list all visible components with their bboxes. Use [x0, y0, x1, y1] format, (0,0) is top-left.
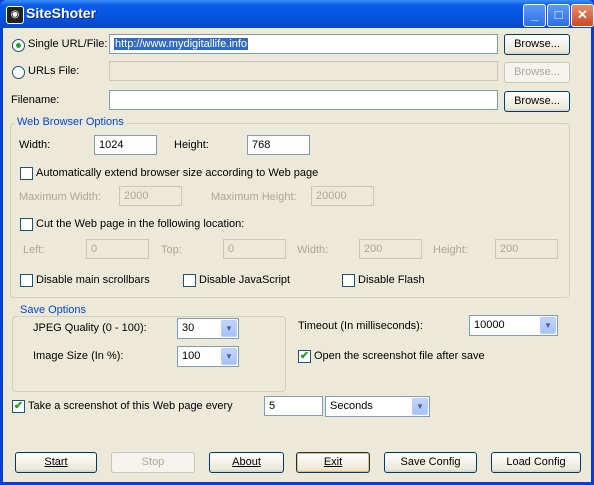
filename-input[interactable]: [109, 90, 498, 110]
jpeg-quality-combo[interactable]: 30 ▼: [177, 318, 239, 339]
browse-urls-file-button[interactable]: Browse...: [504, 62, 570, 83]
chevron-down-icon[interactable]: ▼: [221, 320, 237, 337]
single-url-label: Single URL/File:: [28, 38, 108, 50]
title-bar[interactable]: ◉ SiteShoter _ □ ✕: [0, 0, 594, 28]
width-input[interactable]: 1024: [94, 135, 157, 155]
schedule-checkbox[interactable]: ✔: [12, 400, 25, 413]
open-after-save-checkbox[interactable]: ✔: [298, 350, 311, 363]
disable-javascript-label: Disable JavaScript: [199, 274, 291, 286]
max-height-label: Maximum Height:: [211, 191, 297, 203]
start-button[interactable]: Start: [15, 452, 97, 473]
cut-top-label: Top:: [161, 244, 182, 256]
radio-selected-dot: [16, 43, 21, 48]
width-label: Width:: [19, 139, 51, 151]
cut-width-input[interactable]: 200: [359, 239, 422, 259]
cut-width-label: Width:: [297, 244, 329, 256]
cut-page-checkbox[interactable]: [20, 218, 33, 231]
jpeg-quality-label: JPEG Quality (0 - 100):: [33, 322, 147, 334]
timeout-label: Timeout (In milliseconds):: [298, 320, 423, 332]
timeout-combo[interactable]: 10000 ▼: [469, 315, 558, 336]
browse-url-button[interactable]: Browse...: [504, 34, 570, 55]
urls-file-input[interactable]: [109, 61, 498, 81]
image-size-value: 100: [182, 350, 201, 362]
disable-javascript-checkbox[interactable]: [183, 274, 196, 287]
urls-file-label: URLs File:: [28, 65, 80, 77]
jpeg-quality-value: 30: [182, 322, 195, 334]
chevron-down-icon[interactable]: ▼: [412, 398, 428, 415]
exit-button-label: Exit: [323, 456, 343, 468]
about-button[interactable]: About: [209, 452, 284, 473]
image-size-combo[interactable]: 100 ▼: [177, 346, 239, 367]
disable-scrollbars-label: Disable main scrollbars: [36, 274, 150, 286]
interval-unit-combo[interactable]: Seconds ▼: [325, 396, 430, 417]
disable-flash-checkbox[interactable]: [342, 274, 355, 287]
close-button[interactable]: ✕: [571, 4, 594, 27]
app-icon: ◉: [6, 6, 24, 24]
exit-button[interactable]: Exit: [296, 452, 370, 473]
app-window: ◉ SiteShoter _ □ ✕ Single URL/File: http…: [0, 0, 594, 485]
timeout-value: 10000: [474, 319, 505, 331]
cut-page-label: Cut the Web page in the following locati…: [36, 218, 245, 230]
chevron-down-icon[interactable]: ▼: [540, 317, 556, 334]
disable-scrollbars-checkbox[interactable]: [20, 274, 33, 287]
height-label: Height:: [174, 139, 209, 151]
save-options-label: Save Options: [18, 304, 89, 316]
interval-unit-value: Seconds: [330, 400, 373, 412]
browse-filename-button[interactable]: Browse...: [504, 91, 570, 112]
max-width-input[interactable]: 2000: [119, 186, 182, 206]
urls-file-radio[interactable]: [12, 66, 25, 79]
filename-label: Filename:: [11, 94, 60, 106]
auto-extend-label: Automatically extend browser size accord…: [36, 167, 319, 179]
max-height-input[interactable]: 20000: [311, 186, 374, 206]
about-button-label: About: [232, 456, 261, 468]
height-input[interactable]: 768: [247, 135, 310, 155]
image-size-label: Image Size (In %):: [33, 350, 124, 362]
cut-left-input[interactable]: 0: [86, 239, 149, 259]
single-url-value: http://www.mydigitallife.info: [114, 38, 249, 50]
max-width-label: Maximum Width:: [19, 191, 101, 203]
dialog-body: Single URL/File: http://www.mydigitallif…: [3, 28, 591, 482]
disable-flash-label: Disable Flash: [358, 274, 425, 286]
stop-button-label: Stop: [141, 456, 165, 468]
web-browser-options-label: Web Browser Options: [15, 116, 126, 128]
cut-top-input[interactable]: 0: [223, 239, 286, 259]
load-config-button[interactable]: Load Config: [491, 452, 581, 473]
minimize-button[interactable]: _: [523, 4, 546, 27]
cut-height-input[interactable]: 200: [495, 239, 558, 259]
schedule-label: Take a screenshot of this Web page every: [28, 400, 233, 412]
stop-button[interactable]: Stop: [111, 452, 195, 473]
single-url-radio[interactable]: [12, 39, 25, 52]
start-button-label: Start: [44, 456, 68, 468]
maximize-button[interactable]: □: [547, 4, 570, 27]
cut-left-label: Left:: [23, 244, 45, 256]
open-after-save-label: Open the screenshot file after save: [314, 350, 485, 362]
save-config-button[interactable]: Save Config: [384, 452, 477, 473]
single-url-input[interactable]: http://www.mydigitallife.info: [109, 34, 498, 54]
auto-extend-checkbox[interactable]: [20, 167, 33, 180]
window-title: SiteShoter: [26, 5, 97, 21]
chevron-down-icon[interactable]: ▼: [221, 348, 237, 365]
cut-height-label: Height:: [433, 244, 468, 256]
interval-input[interactable]: 5: [264, 396, 323, 416]
